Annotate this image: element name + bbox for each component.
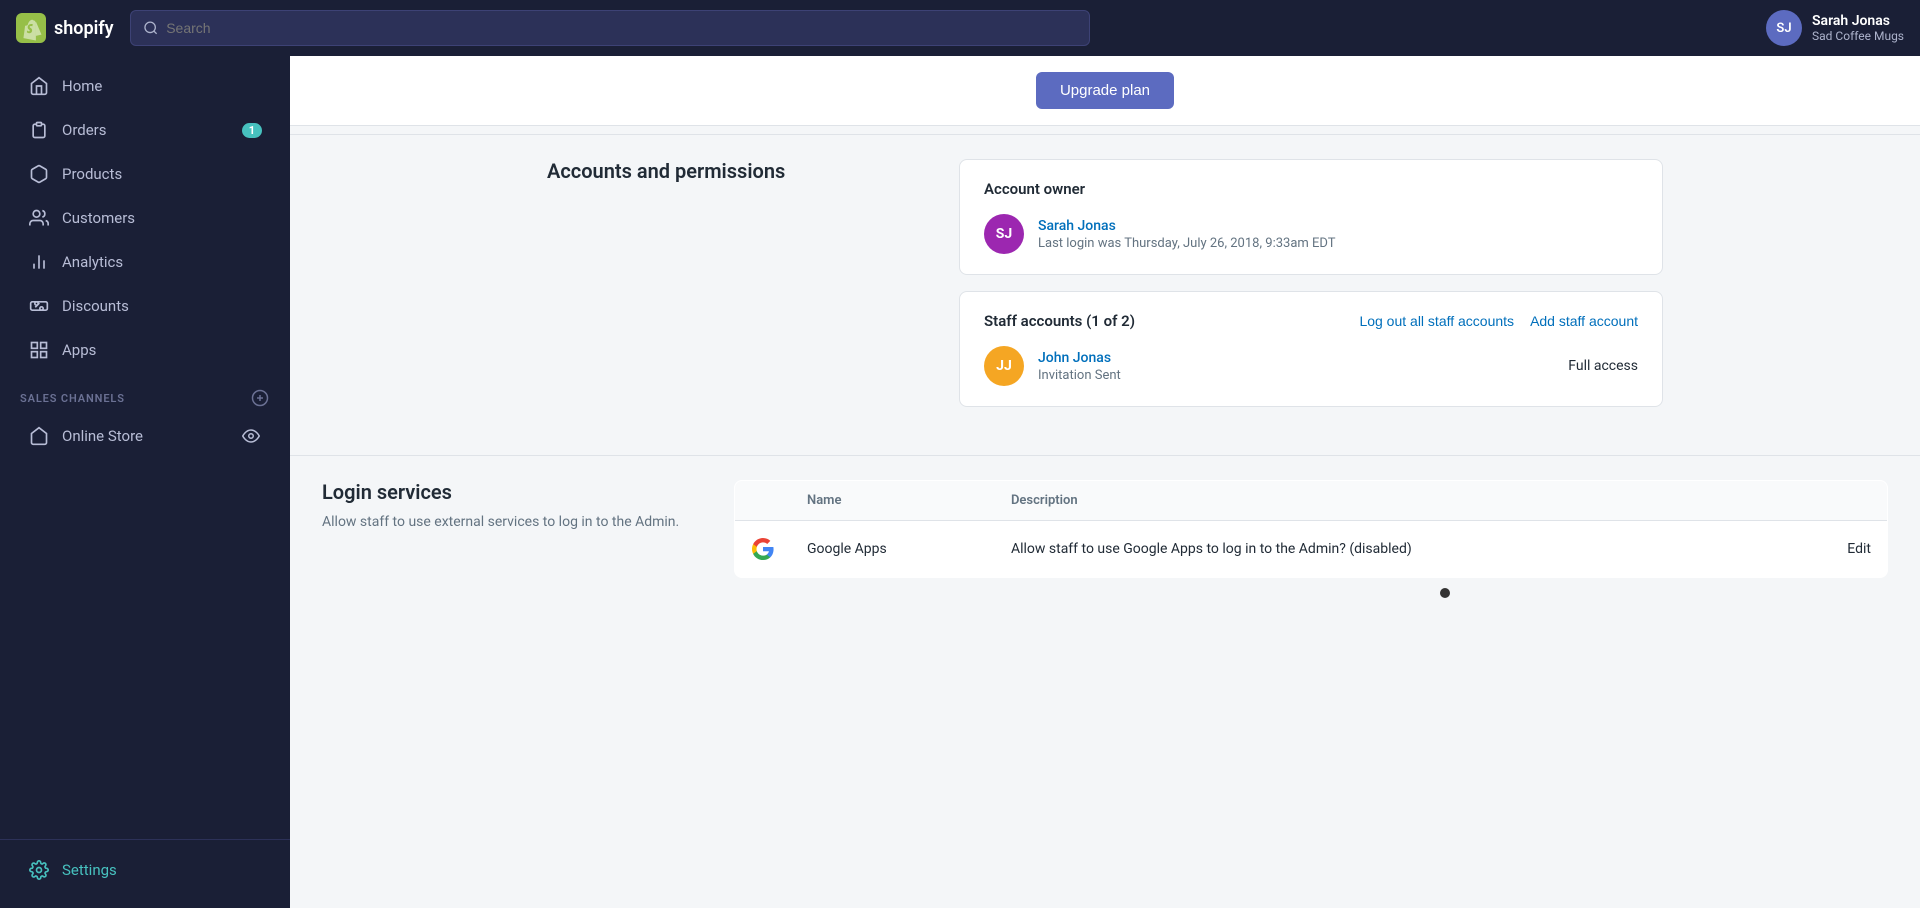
- add-staff-account-button[interactable]: Add staff account: [1530, 313, 1638, 329]
- staff-card-actions: Log out all staff accounts Add staff acc…: [1359, 313, 1638, 329]
- avatar: SJ: [1766, 10, 1802, 46]
- staff-name-link[interactable]: John Jonas: [1038, 350, 1121, 366]
- section-description-col: Accounts and permissions: [547, 159, 927, 423]
- staff-accounts-card: Staff accounts (1 of 2) Log out all staf…: [959, 291, 1663, 407]
- user-profile[interactable]: SJ Sarah Jonas Sad Coffee Mugs: [1766, 10, 1904, 46]
- owner-details: Sarah Jonas Last login was Thursday, Jul…: [1038, 218, 1336, 251]
- logo-text: shopify: [54, 18, 114, 39]
- sidebar-item-label: Online Store: [62, 427, 143, 445]
- col-action: [1785, 481, 1888, 521]
- staff-accounts-title: Staff accounts (1 of 2): [984, 312, 1135, 330]
- sidebar-item-analytics[interactable]: Analytics: [8, 241, 282, 283]
- staff-invitation-status: Invitation Sent: [1038, 368, 1121, 383]
- sidebar-item-home[interactable]: Home: [8, 65, 282, 107]
- sidebar-item-discounts[interactable]: Discounts: [8, 285, 282, 327]
- orders-badge: 1: [242, 123, 262, 138]
- col-logo: [735, 481, 792, 521]
- sidebar-item-products[interactable]: Products: [8, 153, 282, 195]
- search-bar[interactable]: [130, 10, 1090, 46]
- table-header-row: Name Description: [735, 481, 1888, 521]
- top-navigation: shopify SJ Sarah Jonas Sad Coffee Mugs: [0, 0, 1920, 56]
- orders-icon: [28, 119, 50, 141]
- sidebar-item-customers[interactable]: Customers: [8, 197, 282, 239]
- login-services-desc-col: Login services Allow staff to use extern…: [322, 480, 702, 578]
- user-info: Sarah Jonas Sad Coffee Mugs: [1812, 13, 1904, 43]
- owner-last-login: Last login was Thursday, July 26, 2018, …: [1038, 236, 1336, 251]
- staff-row: JJ John Jonas Invitation Sent Full acces…: [984, 346, 1638, 386]
- accounts-section-title: Accounts and permissions: [547, 159, 927, 183]
- user-name: Sarah Jonas: [1812, 13, 1904, 29]
- account-owner-label: Account owner: [984, 180, 1638, 198]
- login-services-table-col: Name Description: [734, 480, 1888, 578]
- service-logo-cell: [735, 521, 792, 578]
- sidebar-item-label: Products: [62, 165, 122, 183]
- sidebar-item-orders[interactable]: Orders 1: [8, 109, 282, 151]
- edit-link[interactable]: Edit: [1785, 521, 1888, 578]
- accounts-permissions-section: Accounts and permissions Account owner S…: [515, 135, 1695, 447]
- service-description-cell: Allow staff to use Google Apps to log in…: [995, 521, 1785, 578]
- customers-icon: [28, 207, 50, 229]
- staff-card-header: Staff accounts (1 of 2) Log out all staf…: [984, 312, 1638, 330]
- staff-avatar: JJ: [984, 346, 1024, 386]
- service-name-cell: Google Apps: [791, 521, 995, 578]
- home-icon: [28, 75, 50, 97]
- owner-name-link[interactable]: Sarah Jonas: [1038, 218, 1336, 234]
- sidebar: Home Orders 1 Products Customers Analy: [0, 56, 290, 908]
- staff-access-level: Full access: [1568, 358, 1638, 374]
- main-content: Upgrade plan Accounts and permissions Ac…: [290, 56, 1920, 908]
- upgrade-plan-area: Upgrade plan: [290, 56, 1920, 126]
- sidebar-item-settings[interactable]: Settings: [8, 849, 282, 891]
- sidebar-item-label: Home: [62, 77, 102, 95]
- account-owner-card: Account owner SJ Sarah Jonas Last login …: [959, 159, 1663, 275]
- upgrade-plan-button[interactable]: Upgrade plan: [1036, 72, 1174, 109]
- analytics-icon: [28, 251, 50, 273]
- sidebar-item-label: Apps: [62, 341, 96, 359]
- add-sales-channel-icon[interactable]: [250, 388, 270, 408]
- search-input[interactable]: [166, 20, 1076, 36]
- log-out-all-button[interactable]: Log out all staff accounts: [1359, 313, 1514, 329]
- login-services-section: Login services Allow staff to use extern…: [290, 456, 1920, 602]
- sales-channels-section: SALES CHANNELS: [0, 372, 290, 414]
- accounts-cards-col: Account owner SJ Sarah Jonas Last login …: [959, 159, 1663, 423]
- products-icon: [28, 163, 50, 185]
- sidebar-item-label: Analytics: [62, 253, 123, 271]
- login-services-table: Name Description: [734, 480, 1888, 578]
- eye-icon: [240, 425, 262, 447]
- login-services-title: Login services: [322, 480, 702, 504]
- online-store-icon: [28, 425, 50, 447]
- staff-details: John Jonas Invitation Sent: [1038, 350, 1121, 383]
- sidebar-item-label: Customers: [62, 209, 135, 227]
- owner-avatar: SJ: [984, 214, 1024, 254]
- shopify-logo[interactable]: shopify: [16, 13, 114, 43]
- login-services-description: Allow staff to use external services to …: [322, 512, 702, 533]
- sidebar-item-online-store[interactable]: Online Store: [8, 415, 282, 457]
- owner-row: SJ Sarah Jonas Last login was Thursday, …: [984, 214, 1638, 254]
- google-logo: [751, 537, 775, 561]
- sidebar-item-label: Settings: [62, 861, 117, 879]
- sidebar-item-label: Discounts: [62, 297, 129, 315]
- apps-icon: [28, 339, 50, 361]
- sidebar-item-apps[interactable]: Apps: [8, 329, 282, 371]
- discounts-icon: [28, 295, 50, 317]
- table-row: Google Apps Allow staff to use Google Ap…: [735, 521, 1888, 578]
- col-name: Name: [791, 481, 995, 521]
- user-store: Sad Coffee Mugs: [1812, 29, 1904, 43]
- search-icon: [143, 20, 159, 36]
- sidebar-item-label: Orders: [62, 121, 107, 139]
- settings-icon: [28, 859, 50, 881]
- col-description: Description: [995, 481, 1785, 521]
